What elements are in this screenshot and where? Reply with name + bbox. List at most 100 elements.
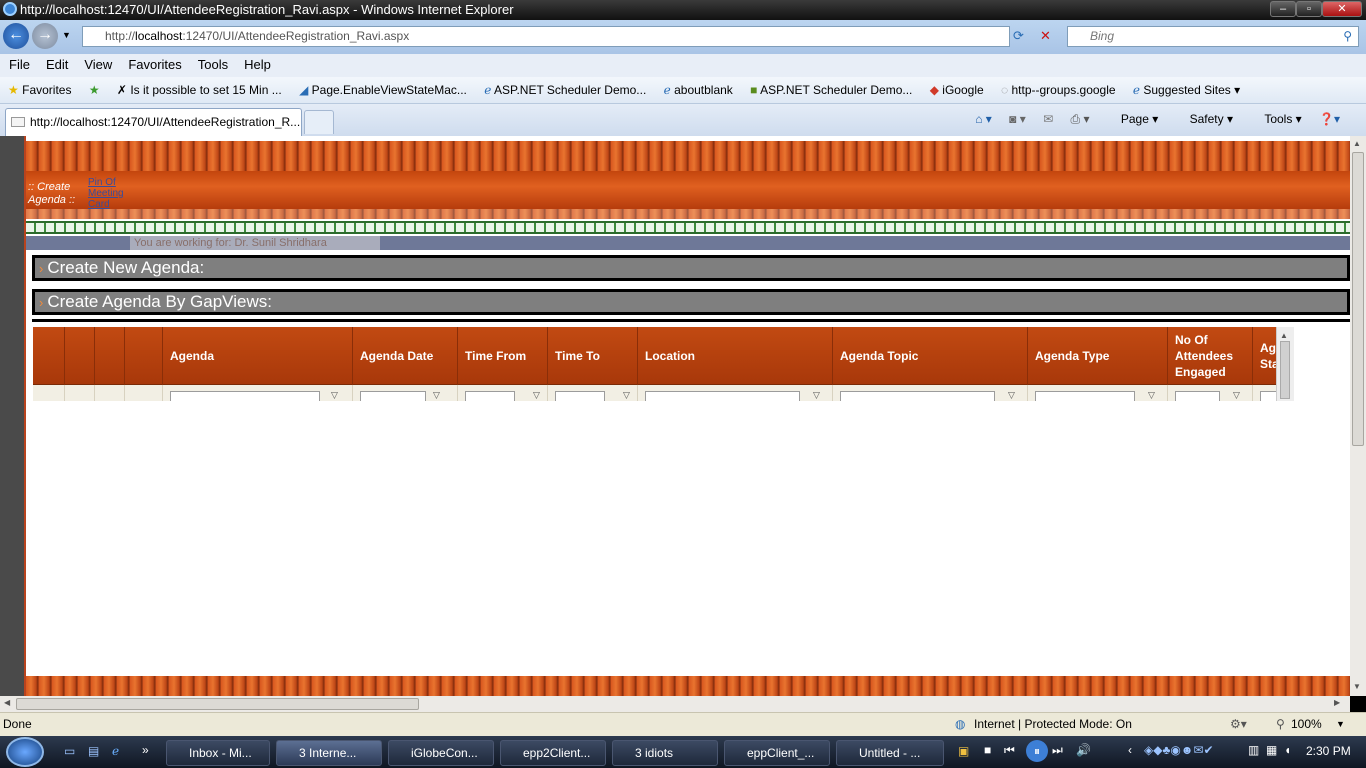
taskbar-item-untitled[interactable]: Untitled - ... xyxy=(836,740,944,766)
taskbar-item-epp2client[interactable]: epp2Client... xyxy=(500,740,606,766)
tray-icons[interactable]: ◈◆♣◉☻✉✔ xyxy=(1144,743,1214,757)
mail-icon[interactable]: ✉ xyxy=(1043,112,1053,126)
menu-favorites[interactable]: Favorites xyxy=(119,54,188,72)
media-pause-icon[interactable]: ⏸ xyxy=(1026,740,1048,762)
page-vertical-scrollbar[interactable]: ▲ ▼ xyxy=(1350,136,1366,696)
create-new-agenda-section[interactable]: › Create New Agenda: xyxy=(32,255,1350,281)
volume-icon[interactable]: 🔊 xyxy=(1076,743,1091,757)
page-menu[interactable]: Page ▾ xyxy=(1107,112,1158,126)
taskbar-item-ie[interactable]: 3 Interne... xyxy=(276,740,382,766)
filter-icon[interactable]: ▽ xyxy=(623,390,630,401)
security-zone[interactable]: Internet | Protected Mode: On xyxy=(974,713,1132,735)
media-player-icon[interactable]: ▣ xyxy=(958,744,969,758)
close-window-button[interactable]: ✕ xyxy=(1322,1,1362,17)
media-previous-icon[interactable]: ⏮ xyxy=(1004,743,1015,758)
media-stop-icon[interactable]: ■ xyxy=(984,743,991,757)
back-button[interactable]: ← xyxy=(3,23,29,49)
ie-quicklaunch-icon[interactable]: ℯ xyxy=(112,744,119,758)
page-horizontal-scrollbar[interactable]: ◀ ▶ xyxy=(0,696,1350,712)
more-quicklaunch-icon[interactable]: » xyxy=(142,743,149,757)
clock[interactable]: 2:30 PM xyxy=(1306,744,1351,758)
search-input[interactable]: Bing ⚲ xyxy=(1067,26,1359,47)
media-next-icon[interactable]: ⏭ xyxy=(1052,743,1063,758)
page-hscroll-thumb[interactable] xyxy=(16,698,419,710)
grid-header-agenda-topic[interactable]: Agenda Topic xyxy=(833,327,1028,385)
scroll-up-icon[interactable]: ▲ xyxy=(1353,139,1361,148)
tray-display-icon[interactable]: ▦ xyxy=(1266,743,1277,757)
grid-header-location[interactable]: Location xyxy=(638,327,833,385)
favorite-link-1[interactable]: ✗ Is it possible to set 15 Min ... xyxy=(109,77,288,97)
favorite-link-5[interactable]: ■ ASP.NET Scheduler Demo... xyxy=(742,77,918,97)
scroll-down-icon[interactable]: ▼ xyxy=(1353,682,1361,691)
scroll-left-icon[interactable]: ◀ xyxy=(4,698,10,707)
switch-windows-icon[interactable]: ▤ xyxy=(88,744,99,758)
maximize-button[interactable]: ▫ xyxy=(1296,1,1322,17)
new-tab-button[interactable] xyxy=(304,110,334,134)
favorite-link-7[interactable]: ◌ http--groups.google xyxy=(993,77,1122,97)
favorites-button[interactable]: ★ Favorites xyxy=(0,77,77,97)
create-agenda-by-gapviews-section[interactable]: › Create Agenda By GapViews: xyxy=(32,289,1350,315)
tab-current-page[interactable]: http://localhost:12470/UI/AttendeeRegist… xyxy=(5,108,302,136)
grid-header-agenda-type[interactable]: Agenda Type xyxy=(1028,327,1168,385)
zoom-level[interactable]: 100% xyxy=(1291,713,1322,735)
menu-file[interactable]: File xyxy=(0,54,37,72)
location-filter-input[interactable] xyxy=(645,391,800,401)
favorite-link-6[interactable]: ◆ iGoogle xyxy=(922,77,990,97)
filter-icon[interactable]: ▽ xyxy=(1233,390,1240,401)
filter-icon[interactable]: ▽ xyxy=(533,390,540,401)
favorite-link-4[interactable]: ℯ aboutblank xyxy=(656,77,739,97)
print-icon[interactable]: ⎙ ▾ xyxy=(1071,112,1090,127)
favorite-link-2[interactable]: ◢ Page.EnableViewStateMac... xyxy=(291,77,473,97)
grid-header-agenda[interactable]: Agenda xyxy=(163,327,353,385)
taskbar-item-3idiots[interactable]: 3 idiots xyxy=(612,740,718,766)
scroll-right-icon[interactable]: ▶ xyxy=(1334,698,1340,707)
search-icon[interactable]: ⚲ xyxy=(1343,27,1352,46)
topic-filter-input[interactable] xyxy=(840,391,995,401)
start-button[interactable] xyxy=(6,737,44,767)
minimize-button[interactable]: – xyxy=(1270,1,1296,17)
recent-pages-chevron-icon[interactable]: ▼ xyxy=(62,30,71,40)
address-bar[interactable]: http://localhost:12470/UI/AttendeeRegist… xyxy=(82,26,1010,47)
filter-icon[interactable]: ▽ xyxy=(433,390,440,401)
add-favorite-icon[interactable]: ★ xyxy=(81,77,106,97)
agenda-filter-input[interactable] xyxy=(170,391,320,401)
stop-icon[interactable]: ✕ xyxy=(1040,28,1058,46)
tray-volume-icon[interactable]: ◖ xyxy=(1284,743,1291,757)
help-icon[interactable]: ❓▾ xyxy=(1319,112,1340,126)
agenda-date-filter-input[interactable] xyxy=(360,391,426,401)
taskbar-item-iglobecon[interactable]: iGlobeCon... xyxy=(388,740,494,766)
forward-button[interactable]: → xyxy=(32,23,58,49)
menu-help[interactable]: Help xyxy=(235,54,278,72)
tray-network-icon[interactable]: ▥ xyxy=(1248,743,1259,757)
favorite-link-8[interactable]: ℯ Suggested Sites ▾ xyxy=(1125,77,1246,97)
grid-header-time-from[interactable]: Time From xyxy=(458,327,548,385)
menu-view[interactable]: View xyxy=(75,54,119,72)
status-filter-input[interactable] xyxy=(1260,391,1276,401)
favorite-link-3[interactable]: ℯ ASP.NET Scheduler Demo... xyxy=(476,77,652,97)
filter-icon[interactable]: ▽ xyxy=(1148,390,1155,401)
filter-icon[interactable]: ▽ xyxy=(331,390,338,401)
time-to-filter-input[interactable] xyxy=(555,391,605,401)
filter-icon[interactable]: ▽ xyxy=(1008,390,1015,401)
refresh-icon[interactable]: ⟳ xyxy=(1013,28,1035,46)
header-mini-links[interactable]: Pin Of Meeting Card xyxy=(88,177,142,210)
grid-header-agenda-date[interactable]: Agenda Date xyxy=(353,327,458,385)
show-hidden-icons-chevron[interactable]: ‹ xyxy=(1128,743,1132,757)
page-scroll-thumb[interactable] xyxy=(1352,152,1364,446)
grid-header-agenda-status[interactable]: Ag Sta xyxy=(1253,327,1276,385)
grid-vertical-scrollbar[interactable]: ▲ xyxy=(1276,327,1294,401)
tools-menu[interactable]: Tools ▾ xyxy=(1250,112,1301,126)
taskbar-item-eppclient[interactable]: eppClient_... xyxy=(724,740,830,766)
scroll-up-icon[interactable]: ▲ xyxy=(1280,331,1288,340)
zoom-chevron-icon[interactable]: ▼ xyxy=(1336,713,1345,735)
taskbar-item-outlook[interactable]: Inbox - Mi... xyxy=(166,740,270,766)
menu-tools[interactable]: Tools xyxy=(189,54,235,72)
time-from-filter-input[interactable] xyxy=(465,391,515,401)
grid-scroll-thumb[interactable] xyxy=(1280,341,1290,399)
feeds-icon[interactable]: ◙ ▾ xyxy=(1009,112,1026,126)
grid-header-attendees-engaged[interactable]: No Of Attendees Engaged xyxy=(1168,327,1253,385)
safety-menu[interactable]: Safety ▾ xyxy=(1176,112,1233,126)
home-icon[interactable]: ⌂ ▾ xyxy=(975,112,992,126)
protected-mode-icon[interactable]: ⚙▾ xyxy=(1230,713,1247,735)
type-filter-input[interactable] xyxy=(1035,391,1135,401)
